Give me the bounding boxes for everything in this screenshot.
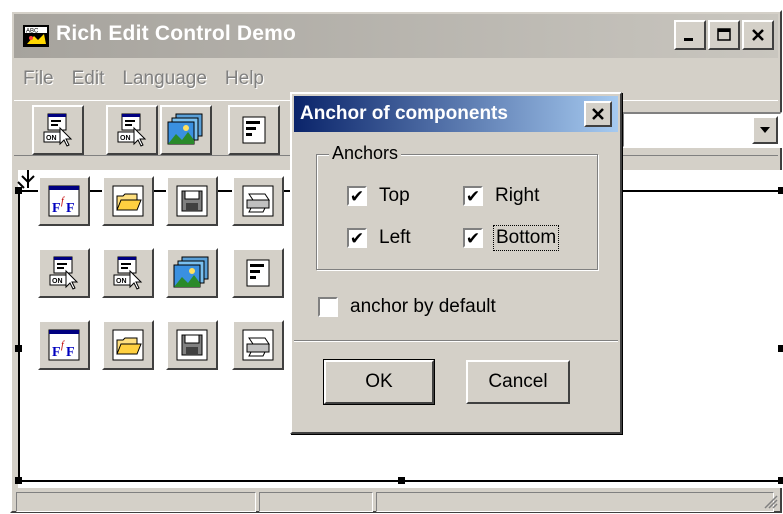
svg-text:ON: ON <box>46 135 57 142</box>
checkbox-box[interactable]: ✔ <box>463 228 483 248</box>
checkbox-box[interactable]: ✔ <box>463 186 483 206</box>
window-title: Rich Edit Control Demo <box>56 22 297 45</box>
anchor-by-default-label: anchor by default <box>350 296 496 317</box>
menu-language[interactable]: Language <box>113 68 216 90</box>
anchor-bottom-label: Bottom <box>492 225 560 251</box>
folder-open-icon <box>112 329 144 361</box>
anchor-bottom-checkbox[interactable]: ✔ Bottom <box>463 225 560 251</box>
open-button[interactable] <box>102 176 154 226</box>
close-button[interactable] <box>742 20 774 50</box>
svg-text:F: F <box>66 345 75 360</box>
toolbar-image-stack-button[interactable] <box>160 105 212 155</box>
text-align-button[interactable] <box>232 248 284 298</box>
print-icon <box>242 185 274 217</box>
anchor-dialog: Anchor of components Anchors ✔ Top ✔ Rig… <box>290 92 622 434</box>
selection-left-line <box>18 190 20 482</box>
save-button[interactable] <box>166 176 218 226</box>
checkbox-box[interactable] <box>318 297 338 317</box>
maximize-icon <box>717 28 731 41</box>
folder-open-icon <box>112 185 144 217</box>
image-stack-icon <box>173 256 209 288</box>
anchor-right-checkbox[interactable]: ✔ Right <box>463 185 539 207</box>
svg-text:F: F <box>52 345 61 360</box>
svg-text:F: F <box>52 201 61 216</box>
cancel-button[interactable]: Cancel <box>466 360 570 404</box>
font-button[interactable]: F f F <box>38 176 90 226</box>
resize-handle[interactable] <box>398 477 405 484</box>
anchors-group: Anchors ✔ Top ✔ Right ✔ Left ✔ Bottom <box>316 143 598 270</box>
status-panel <box>16 492 256 512</box>
toolbar-component-on-button-1[interactable]: ON <box>32 105 84 155</box>
menu-bar: File Edit Language Help <box>14 62 273 96</box>
print-button[interactable] <box>232 320 284 370</box>
status-panel <box>376 492 774 512</box>
maximize-button[interactable] <box>708 20 740 50</box>
status-bar <box>16 492 780 512</box>
text-align-icon <box>242 116 266 144</box>
checkbox-box[interactable]: ✔ <box>347 186 367 206</box>
svg-text:ON: ON <box>52 278 63 285</box>
svg-text:ON: ON <box>116 278 127 285</box>
save-icon <box>176 185 208 217</box>
menu-file[interactable]: File <box>14 68 63 90</box>
dialog-title-bar[interactable]: Anchor of components <box>294 96 618 132</box>
anchor-by-default-checkbox[interactable]: anchor by default <box>318 296 496 318</box>
font-icon: F f F <box>48 329 80 361</box>
svg-text:F: F <box>66 201 75 216</box>
minimize-icon <box>684 38 693 41</box>
anchor-top-checkbox[interactable]: ✔ Top <box>347 185 410 207</box>
save-icon <box>176 329 208 361</box>
text-align-icon <box>246 259 270 287</box>
menu-edit[interactable]: Edit <box>63 68 114 90</box>
resize-handle[interactable] <box>778 345 783 352</box>
svg-text:ABC: ABC <box>26 29 39 35</box>
chevron-down-icon <box>760 127 770 133</box>
minimize-button[interactable] <box>674 20 706 50</box>
anchors-group-label: Anchors <box>329 143 402 164</box>
anchor-right-label: Right <box>495 185 540 206</box>
resize-handle[interactable] <box>778 477 783 484</box>
save-button[interactable] <box>166 320 218 370</box>
combo-dropdown-button[interactable] <box>752 116 778 144</box>
title-bar[interactable]: ABC Rich Edit Control Demo <box>14 14 778 58</box>
open-button[interactable] <box>102 320 154 370</box>
component-on-icon: ON <box>43 113 73 147</box>
component-on-icon: ON <box>117 113 147 147</box>
font-button[interactable]: F f F <box>38 320 90 370</box>
anchor-left-label: Left <box>379 227 411 248</box>
image-stack-icon <box>167 113 203 145</box>
print-icon <box>242 329 274 361</box>
toolbar-text-align-button[interactable] <box>228 105 280 155</box>
component-on-icon: ON <box>113 256 143 290</box>
resize-handle[interactable] <box>15 477 22 484</box>
menu-help[interactable]: Help <box>216 68 273 90</box>
component-on-icon: ON <box>49 256 79 290</box>
svg-text:ON: ON <box>120 135 131 142</box>
close-icon <box>752 29 764 41</box>
print-button[interactable] <box>232 176 284 226</box>
checkbox-box[interactable]: ✔ <box>347 228 367 248</box>
toolbar-component-on-button-2[interactable]: ON <box>106 105 158 155</box>
app-icon: ABC <box>23 25 49 47</box>
size-grip-icon[interactable] <box>762 493 778 509</box>
ok-button[interactable]: OK <box>323 359 435 405</box>
dialog-title: Anchor of components <box>300 103 508 124</box>
component-on-button[interactable]: ON <box>102 248 154 298</box>
image-stack-button[interactable] <box>166 248 218 298</box>
dialog-separator <box>294 340 618 342</box>
resize-handle[interactable] <box>778 187 783 194</box>
language-combo[interactable] <box>622 112 782 148</box>
anchor-left-checkbox[interactable]: ✔ Left <box>347 227 411 249</box>
font-icon: F f F <box>48 185 80 217</box>
anchor-icon <box>17 170 35 189</box>
anchor-top-label: Top <box>379 185 410 206</box>
resize-handle[interactable] <box>15 345 22 352</box>
close-icon <box>592 108 604 120</box>
dialog-close-button[interactable] <box>584 101 612 127</box>
component-on-button[interactable]: ON <box>38 248 90 298</box>
status-panel <box>259 492 373 512</box>
